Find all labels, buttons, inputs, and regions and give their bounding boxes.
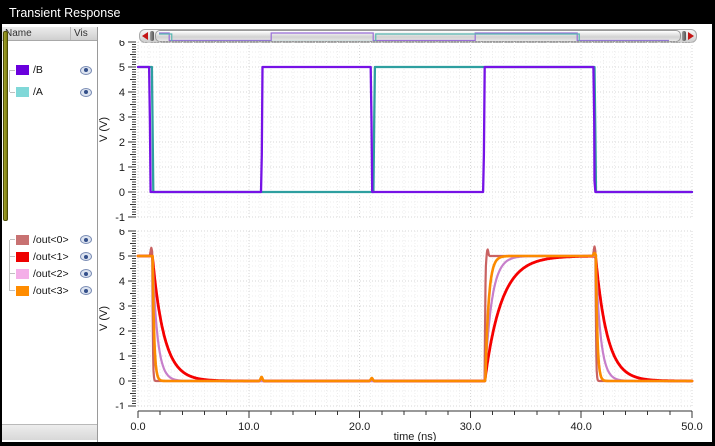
svg-text:20.0: 20.0 <box>349 421 370 433</box>
svg-text:1: 1 <box>119 351 125 363</box>
trace-/out<3> <box>136 251 694 383</box>
visibility-eye-icon[interactable] <box>80 235 92 244</box>
tree-row[interactable]: /A <box>2 81 97 103</box>
visibility-eye-icon[interactable] <box>80 65 92 75</box>
tree-branch-stub <box>10 69 15 71</box>
y-axis-title: V (V) <box>99 306 110 331</box>
overview-scroll-right-icon[interactable] <box>688 32 694 40</box>
tree-row[interactable]: /B <box>2 59 97 81</box>
tree-branch-stub <box>10 290 15 291</box>
svg-text:40.0: 40.0 <box>570 421 591 433</box>
signal-name[interactable]: /out<2> <box>33 268 80 280</box>
svg-text:3: 3 <box>119 112 125 124</box>
x-axis-ticks <box>137 410 693 418</box>
svg-text:10.0: 10.0 <box>238 421 259 433</box>
visibility-eye-icon[interactable] <box>80 87 92 97</box>
svg-text:-1: -1 <box>115 212 125 222</box>
tree-branch-stub <box>10 91 15 93</box>
visibility-eye-icon[interactable] <box>80 286 92 295</box>
svg-text:-1: -1 <box>115 401 125 409</box>
transient-response-window: Transient Response Name Vis /B/A /out<0>… <box>0 0 715 446</box>
svg-text:1: 1 <box>119 162 125 174</box>
tree-horizontal-scrollbar[interactable] <box>2 424 97 440</box>
bottom-strip-plot[interactable]: -1 0 1 2 3 4 5 6 V (V) <box>99 229 703 409</box>
svg-text:4: 4 <box>119 276 125 288</box>
svg-text:2: 2 <box>119 137 125 149</box>
x-axis-title: time (ns) <box>394 431 437 441</box>
svg-text:30.0: 30.0 <box>460 421 481 433</box>
y-axis-tick-comb <box>128 230 136 407</box>
svg-text:6: 6 <box>119 40 125 49</box>
svg-text:3: 3 <box>119 301 125 313</box>
signal-tree-panel: Name Vis /B/A /out<0>/out<1>/out<2>/out<… <box>2 27 98 442</box>
svg-text:5: 5 <box>119 62 125 74</box>
svg-text:4: 4 <box>119 87 125 99</box>
signal-name[interactable]: /A <box>33 86 80 98</box>
signal-color-swatch[interactable] <box>16 251 29 262</box>
tree-header-name: Name <box>5 28 32 39</box>
y-axis-labels: -1 0 1 2 3 4 5 6 <box>115 40 125 222</box>
svg-text:6: 6 <box>119 229 125 238</box>
tree-branch-stub <box>10 256 15 257</box>
signal-color-swatch[interactable] <box>16 285 29 296</box>
y-axis-tick-comb <box>128 41 136 218</box>
signal-color-swatch[interactable] <box>16 65 29 75</box>
window-titlebar[interactable]: Transient Response <box>2 2 712 24</box>
svg-text:50.0: 50.0 <box>681 421 702 433</box>
time-axis: 0.0 10.0 20.0 30.0 40.0 50.0 time (ns) <box>130 410 703 441</box>
signal-color-swatch[interactable] <box>16 234 29 245</box>
signal-name[interactable]: /out<0> <box>33 234 80 246</box>
svg-text:0: 0 <box>119 376 125 388</box>
tree-row[interactable]: /out<3> <box>2 282 97 299</box>
visibility-eye-icon[interactable] <box>80 252 92 261</box>
signal-name[interactable]: /B <box>33 64 80 76</box>
graph-panel: -1 0 1 2 3 4 5 6 V (V) -1 0 1 2 3 4 5 6 V (V) 0.0 10.0 20.… <box>99 27 712 442</box>
grid <box>137 41 693 218</box>
tree-row[interactable]: /out<1> <box>2 248 97 265</box>
signal-group-bottom: /out<0> /out<1> /out<2> /out<3> <box>2 231 97 299</box>
svg-text:2: 2 <box>119 326 125 338</box>
tree-row[interactable]: /out<0> <box>2 231 97 248</box>
svg-text:0.0: 0.0 <box>130 421 145 433</box>
tree-header: Name Vis <box>2 27 97 41</box>
svg-text:5: 5 <box>119 251 125 263</box>
overview-scroll-left-icon[interactable] <box>142 32 148 40</box>
tree-branch-stub <box>10 273 15 274</box>
signal-name[interactable]: /out<1> <box>33 251 80 263</box>
tree-header-vis: Vis <box>70 27 97 40</box>
y-axis-labels: -1 0 1 2 3 4 5 6 <box>115 229 125 409</box>
signal-color-swatch[interactable] <box>16 268 29 279</box>
window-title: Transient Response <box>9 6 121 20</box>
signal-name[interactable]: /out<3> <box>33 285 80 297</box>
signal-group-top: /B/A <box>2 59 97 103</box>
svg-text:0: 0 <box>119 187 125 199</box>
top-strip-plot[interactable]: -1 0 1 2 3 4 5 6 V (V) <box>99 40 703 222</box>
tree-branch-stub <box>10 239 15 240</box>
tree-row[interactable]: /out<2> <box>2 265 97 282</box>
signal-color-swatch[interactable] <box>16 87 29 97</box>
y-axis-title: V (V) <box>99 117 110 142</box>
visibility-eye-icon[interactable] <box>80 269 92 278</box>
